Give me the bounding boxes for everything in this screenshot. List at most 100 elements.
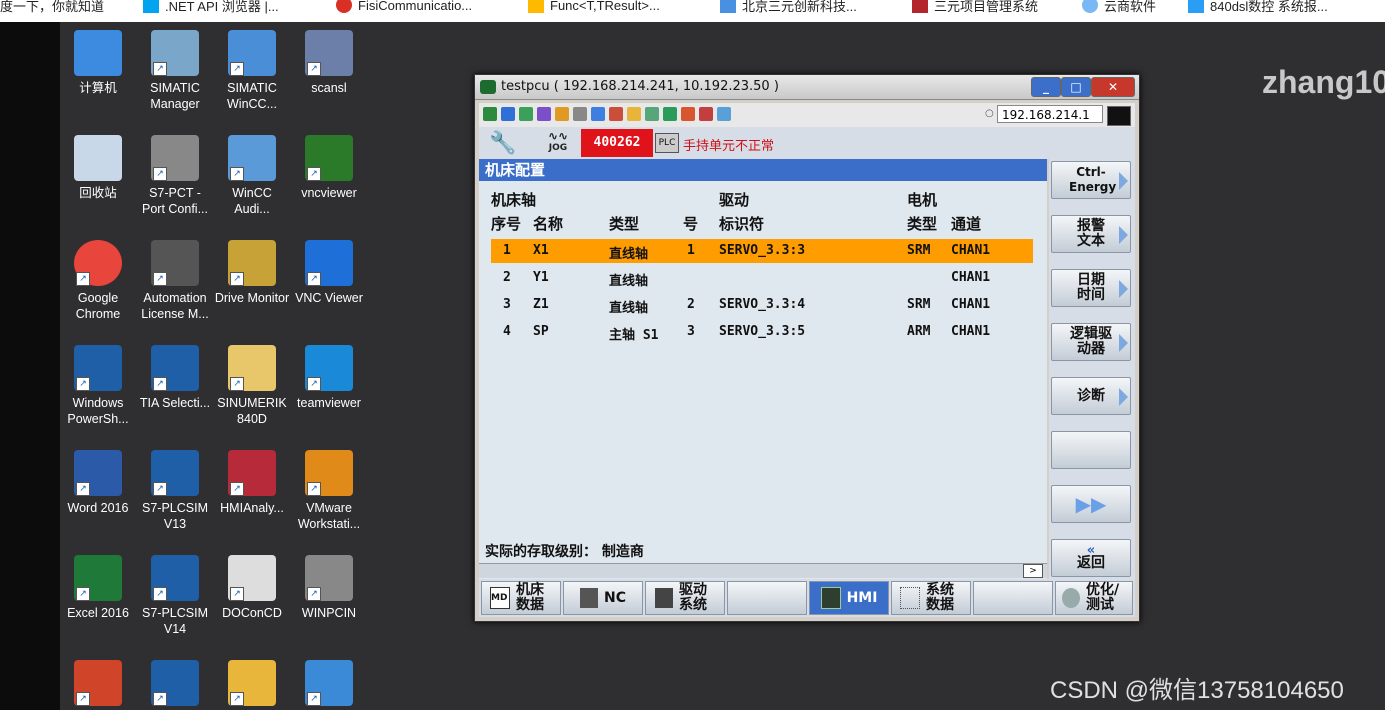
desktop-icon-label: WinCC Audi... (232, 186, 272, 216)
recycle-bin-icon (74, 135, 122, 181)
search-icon: ↗ (305, 660, 353, 706)
desktop-icon-winpcin[interactable]: ↗ WINPCIN (291, 555, 367, 621)
desktop-icon-label: DOConCD (222, 606, 282, 620)
table-row[interactable]: 1 X1 直线轴 1 SERVO_3.3:3 SRM CHAN1 (491, 239, 1033, 263)
desktop-icon-computer[interactable]: 计算机 (60, 30, 136, 96)
desktop-icon-label: S7-PLCSIM V14 (142, 606, 208, 636)
desktop-icon-wincc[interactable]: ↗ SIMATIC WinCC... (214, 30, 290, 112)
ctrl-alt-del-icon[interactable] (555, 107, 569, 121)
softkey-optimize-test[interactable]: 优化/测试 (1055, 581, 1133, 615)
desktop-icon-powershell[interactable]: ↗ Windows PowerSh... (60, 345, 136, 427)
desktop-icon-label: TIA Selecti... (139, 396, 211, 410)
desktop-icon-chrome[interactable]: ↗ Google Chrome (60, 240, 136, 322)
softkey-date-time[interactable]: 日期时间 (1051, 269, 1131, 307)
desktop-icon-recycle-bin[interactable]: 回收站 (60, 135, 136, 201)
desktop-icon-search[interactable]: ↗ (291, 660, 367, 710)
shortcut-arrow-icon: ↗ (307, 377, 321, 391)
desktop-icon-plcsim-v14[interactable]: ↗ S7-PLCSIM V14 (137, 555, 213, 637)
transfer-icon[interactable] (627, 107, 641, 121)
desktop-icon-label: vncviewer (301, 186, 357, 200)
desktop-icon-scansl[interactable]: ↗ scansl (291, 30, 367, 96)
bookmark-0[interactable]: 度一下，你就知道 (0, 0, 104, 16)
chat-icon[interactable] (645, 107, 659, 121)
desktop-icon-ghost[interactable]: ↗ (214, 660, 290, 710)
desktop-icon-word[interactable]: ↗ Word 2016 (60, 450, 136, 516)
ip-address-field[interactable]: 192.168.214.1 (997, 105, 1103, 123)
disconnect-icon[interactable] (699, 107, 713, 121)
page-icon (1188, 0, 1204, 13)
desktop-icon-label: Google Chrome (75, 291, 121, 321)
bookmark-6[interactable]: 云商软件 (1082, 0, 1156, 16)
table-row[interactable]: 4 SP 主轴 S1 3 SERVO_3.3:5 ARM CHAN1 (491, 320, 1033, 344)
bookmark-4[interactable]: 北京三元创新科技... (720, 0, 857, 16)
bookmark-5[interactable]: 三元项目管理系统 (912, 0, 1038, 16)
desktop-icon-teamviewer[interactable]: ↗ teamviewer (291, 345, 367, 411)
desktop-icon-tia-13[interactable]: ↗ (137, 660, 213, 710)
refresh-icon[interactable] (537, 107, 551, 121)
cell-type: 主轴 S1 (609, 328, 659, 343)
desktop-icon-vnc-viewer[interactable]: ↗ VNC Viewer (291, 240, 367, 306)
scroll-strip: > (479, 563, 1047, 578)
bookmark-7[interactable]: 840dsl数控 系统报... (1188, 0, 1328, 16)
desktop-icon-hmianalyzer[interactable]: ↗ HMIAnaly... (214, 450, 290, 516)
softkey-logic-drive[interactable]: 逻辑驱动器 (1051, 323, 1131, 361)
table-row[interactable]: 2 Y1 直线轴 CHAN1 (491, 266, 1033, 290)
scroll-right-button[interactable]: > (1023, 564, 1043, 578)
softkey-empty-bottom-2[interactable] (973, 581, 1053, 615)
maximize-button[interactable]: □ (1061, 77, 1091, 97)
desktop-icon-vmware[interactable]: ↗ VMware Workstati... (291, 450, 367, 532)
fullscreen-icon[interactable] (591, 107, 605, 121)
options-icon[interactable] (501, 107, 515, 121)
alarm-number[interactable]: 400262 (581, 129, 653, 157)
cell-drive-no: 2 (687, 297, 695, 312)
softkey-ctrl-energy[interactable]: Ctrl-Energy (1051, 161, 1131, 199)
shortcut-arrow-icon: ↗ (153, 167, 167, 181)
desktop-icon-sinumerik-folder[interactable]: ↗ SINUMERIK 840D (214, 345, 290, 427)
desktop-icon-excel[interactable]: ↗ Excel 2016 (60, 555, 136, 621)
softkey-hmi[interactable]: HMI (809, 581, 889, 615)
bookmark-2[interactable]: FisiCommunicatio... (336, 0, 472, 16)
desktop-icon-simatic-manager[interactable]: ↗ SIMATIC Manager (137, 30, 213, 112)
desktop-icon-vncviewer[interactable]: ↗ vncviewer (291, 135, 367, 201)
desktop-icon-tia-selection[interactable]: ↗ TIA Selecti... (137, 345, 213, 411)
info-icon[interactable] (519, 107, 533, 121)
softkey-next[interactable]: ▶▶ (1051, 485, 1131, 523)
jog-mode-indicator: ∿∿ JOG (545, 129, 571, 157)
close-button[interactable]: ✕ (1091, 77, 1135, 97)
minimize-button[interactable]: _ (1031, 77, 1061, 97)
softkey-system-data[interactable]: 系统数据 (891, 581, 971, 615)
screenshot-icon[interactable] (681, 107, 695, 121)
desktop-icon-s7-pct[interactable]: ↗ S7-PCT - Port Confi... (137, 135, 213, 217)
text-icon[interactable] (573, 107, 587, 121)
zoom-icon[interactable] (609, 107, 623, 121)
table-row[interactable]: 3 Z1 直线轴 2 SERVO_3.3:4 SRM CHAN1 (491, 293, 1033, 317)
window-titlebar[interactable]: testpcu ( 192.168.214.241, 10.192.23.50 … (475, 75, 1139, 100)
bookmark-3[interactable]: Func<T,TResult>... (528, 0, 660, 16)
softkey-empty-bottom-1[interactable] (727, 581, 807, 615)
softkey-drive-system[interactable]: 驱动系统 (645, 581, 725, 615)
record-icon[interactable] (663, 107, 677, 121)
shortcut-arrow-icon: ↗ (230, 167, 244, 181)
softkey-machine-data[interactable]: MD 机床数据 (481, 581, 561, 615)
cell-type: 直线轴 (609, 247, 649, 262)
arrow-icon (1119, 226, 1128, 244)
drive-icon (655, 588, 673, 608)
settings-icon[interactable] (717, 107, 731, 121)
softkey-diagnosis[interactable]: 诊断 (1051, 377, 1131, 415)
desktop-icon-plcsim-v13[interactable]: ↗ S7-PLCSIM V13 (137, 450, 213, 532)
machine-config-panel: 机床配置 机床轴 驱动 电机 序号 名称 类型 号 标识符 类型 通道 1 X1 直… (479, 159, 1047, 583)
shortcut-arrow-icon: ↗ (76, 482, 90, 496)
softkey-empty[interactable] (1051, 431, 1131, 469)
alarm-text[interactable]: 手持单元不正常 (683, 135, 774, 154)
softkey-nc[interactable]: NC (563, 581, 643, 615)
bookmark-1[interactable]: .NET API 浏览器 |... (143, 0, 279, 16)
col-name: 名称 (533, 215, 564, 233)
desktop-icon-doconcd[interactable]: ↗ DOConCD (214, 555, 290, 621)
desktop-icon-wincc-audit[interactable]: ↗ WinCC Audi... (214, 135, 290, 217)
desktop-icon-automation-license[interactable]: ↗ Automation License M... (137, 240, 213, 322)
softkey-alarm-text[interactable]: 报警文本 (1051, 215, 1131, 253)
desktop-icon-drive-monitor[interactable]: ↗ Drive Monitor (214, 240, 290, 306)
connect-icon[interactable] (483, 107, 497, 121)
desktop-icon-powerpoint[interactable]: ↗ (60, 660, 136, 710)
softkey-back[interactable]: «返回 (1051, 539, 1131, 577)
